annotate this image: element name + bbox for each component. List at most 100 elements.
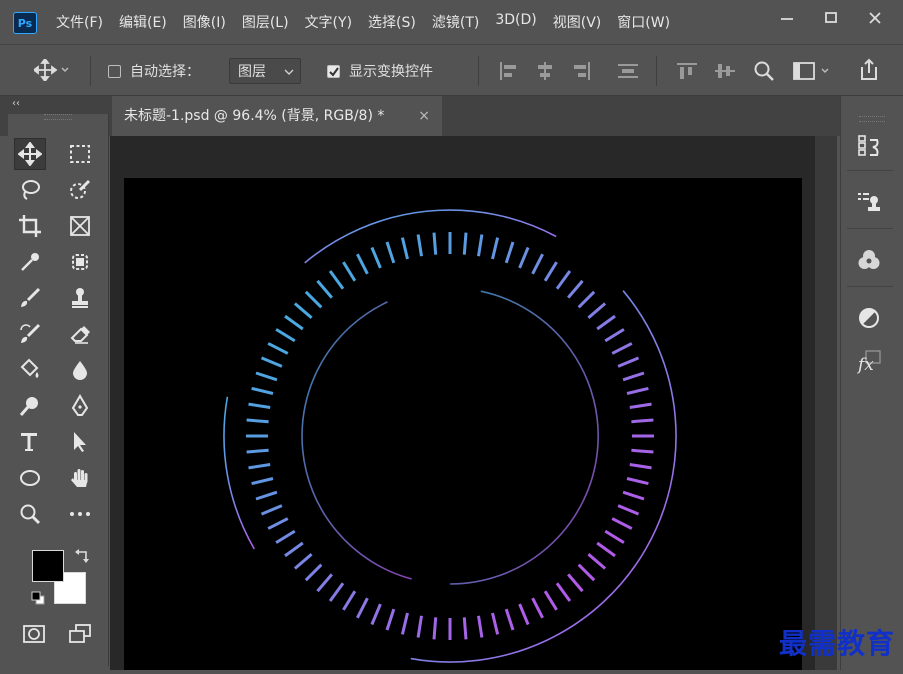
document-canvas[interactable]	[124, 178, 802, 670]
ring-tick	[432, 617, 438, 640]
ring-tick	[293, 553, 313, 570]
zoom-icon	[20, 504, 41, 525]
vertical-scrollbar[interactable]	[815, 136, 837, 670]
ring-tick	[596, 314, 616, 331]
distribute-icon[interactable]	[616, 61, 640, 81]
layer-comps-panel-button[interactable]	[851, 184, 887, 220]
ring-tick	[462, 232, 468, 255]
close-window-button[interactable]	[853, 4, 897, 32]
menu-image[interactable]: 图像(I)	[183, 12, 226, 32]
ring-tick	[267, 342, 289, 355]
inner-arc	[449, 290, 599, 585]
lasso-tool[interactable]	[14, 174, 46, 206]
history-brush-tool[interactable]	[14, 318, 46, 350]
ellipse-icon	[20, 470, 40, 486]
main-menu: 文件(F) 编辑(E) 图像(I) 图层(L) 文字(Y) 选择(S) 滤镜(T…	[56, 12, 686, 32]
marquee-tool[interactable]	[64, 138, 96, 170]
swap-colors-icon[interactable]	[74, 548, 90, 564]
menu-3d[interactable]: 3D(D)	[495, 12, 536, 32]
menu-layer[interactable]: 图层(L)	[242, 12, 289, 32]
document-tab-row: ‹‹ 未标题-1.psd @ 96.4% (背景, RGB/8) * × ‹‹	[0, 96, 903, 136]
document-tab[interactable]: 未标题-1.psd @ 96.4% (背景, RGB/8) * ×	[112, 96, 442, 136]
ellipse-tool[interactable]	[14, 462, 46, 494]
pen-tool[interactable]	[64, 390, 96, 422]
adjustments-panel-button[interactable]	[851, 300, 887, 336]
menu-window[interactable]: 窗口(W)	[617, 12, 670, 32]
ring-tick	[622, 371, 645, 382]
align-top-icon[interactable]	[676, 61, 698, 81]
separator	[847, 170, 893, 171]
move-tool[interactable]	[14, 138, 46, 170]
channels-panel-button[interactable]	[851, 242, 887, 278]
quick-mask-tool[interactable]	[18, 618, 50, 650]
auto-select-checkbox[interactable]	[108, 65, 121, 78]
ring-tick	[400, 237, 409, 260]
screen-mode-tool[interactable]	[64, 618, 96, 650]
ring-tick	[518, 246, 530, 269]
frame-icon	[70, 216, 90, 236]
separator	[847, 228, 893, 229]
eyedropper-icon	[21, 253, 39, 271]
inner-arc	[301, 301, 412, 580]
menu-type[interactable]: 文字(Y)	[305, 12, 352, 32]
ring-tick	[328, 270, 345, 290]
blur-tool[interactable]	[64, 354, 96, 386]
ring-tick	[577, 290, 596, 309]
ring-tick	[304, 290, 323, 309]
minimize-button[interactable]	[765, 4, 809, 32]
collapse-left-panel-icon[interactable]: ‹‹	[12, 98, 20, 109]
hand-tool[interactable]	[64, 462, 96, 494]
ring-tick	[617, 356, 640, 368]
paint-bucket-tool[interactable]	[14, 354, 46, 386]
menu-file[interactable]: 文件(F)	[56, 12, 103, 32]
eraser-tool[interactable]	[64, 318, 96, 350]
eyedropper-tool[interactable]	[14, 246, 46, 278]
ring-tick	[604, 328, 625, 343]
menu-filter[interactable]: 滤镜(T)	[432, 12, 479, 32]
stamp-tool[interactable]	[64, 282, 96, 314]
align-left-icon[interactable]	[498, 61, 520, 81]
panel-grip[interactable]	[859, 116, 885, 122]
align-right-icon[interactable]	[570, 61, 592, 81]
align-vertical-center-icon[interactable]	[714, 61, 736, 81]
ring-tick	[626, 477, 649, 486]
path-select-tool[interactable]	[64, 426, 96, 458]
default-colors-icon[interactable]	[30, 590, 46, 606]
menu-select[interactable]: 选择(S)	[368, 12, 416, 32]
history-panel-button[interactable]	[851, 128, 887, 164]
arrow-cursor-icon	[74, 432, 86, 452]
ring-ticks	[246, 232, 654, 640]
panel-grip[interactable]	[44, 114, 72, 120]
ring-tick	[611, 517, 633, 530]
ring-tick	[342, 590, 357, 611]
dodge-tool[interactable]	[14, 390, 46, 422]
app-logo[interactable]: Ps	[13, 12, 37, 34]
menu-edit[interactable]: 编辑(E)	[119, 12, 167, 32]
zoom-tool[interactable]	[14, 498, 46, 530]
foreground-color-swatch[interactable]	[32, 550, 64, 582]
quick-select-tool[interactable]	[64, 174, 96, 206]
search-icon[interactable]	[752, 59, 776, 83]
workspace-icon[interactable]	[792, 61, 832, 81]
align-horizontal-center-icon[interactable]	[534, 61, 556, 81]
ring-tick	[587, 553, 607, 570]
frame-tool[interactable]	[64, 210, 96, 242]
watermark-text: 最需教育	[778, 627, 895, 660]
styles-panel-button[interactable]: fx	[851, 344, 887, 380]
crop-tool[interactable]	[14, 210, 46, 242]
more-tools[interactable]	[64, 498, 96, 530]
paint-bucket-icon	[20, 358, 39, 378]
spot-healing-tool[interactable]	[64, 246, 96, 278]
auto-select-target-dropdown[interactable]: 图层	[229, 58, 301, 84]
tab-close-button[interactable]: ×	[418, 96, 430, 136]
channels-icon	[858, 250, 880, 269]
canvas-area	[110, 136, 815, 670]
move-tool-preset[interactable]	[32, 57, 70, 85]
maximize-button[interactable]	[809, 4, 853, 32]
ring-tick	[629, 402, 652, 409]
menu-view[interactable]: 视图(V)	[553, 12, 602, 32]
type-tool[interactable]	[14, 426, 46, 458]
brush-tool[interactable]	[14, 282, 46, 314]
show-transform-checkbox[interactable]	[327, 65, 340, 78]
share-icon[interactable]	[856, 57, 882, 83]
